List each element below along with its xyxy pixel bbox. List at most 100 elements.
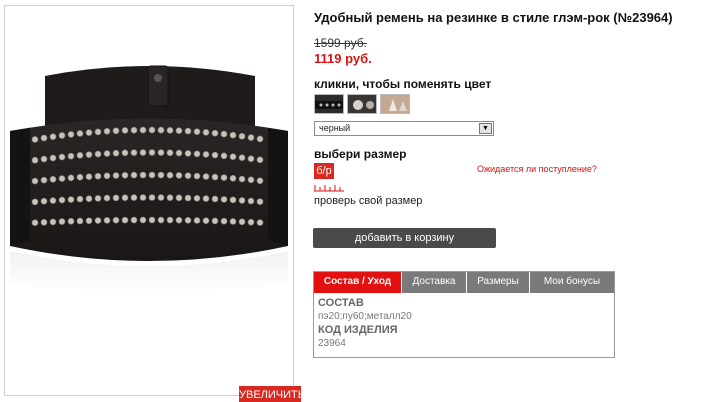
- color-picker-label: кликни, чтобы поменять цвет: [314, 77, 492, 91]
- belt-stud: [175, 172, 183, 179]
- belt-stud: [94, 217, 102, 224]
- belt-stud: [40, 134, 48, 142]
- belt-stud: [85, 217, 93, 225]
- size-picker-label: выбери размер: [314, 147, 407, 161]
- belt-stud: [67, 196, 75, 203]
- belt-stud: [139, 149, 147, 156]
- belt-stud: [166, 216, 174, 224]
- belt-stud: [130, 194, 138, 201]
- belt-stud: [175, 194, 183, 202]
- sale-price: 1119 руб.: [314, 51, 372, 66]
- composition-value: пэ20;пу60;металл20: [318, 311, 412, 322]
- add-to-cart-button[interactable]: добавить в корзину: [313, 228, 496, 248]
- belt-stud: [229, 218, 237, 225]
- belt-stud: [211, 217, 219, 225]
- check-size-link[interactable]: проверь свой размер: [314, 195, 422, 207]
- belt-stud: [103, 127, 111, 135]
- belt-stud: [130, 126, 138, 134]
- belt-stud: [247, 197, 255, 205]
- belt-stud: [103, 217, 111, 224]
- old-price: 1599 руб.: [314, 36, 367, 50]
- belt-stud: [166, 171, 174, 179]
- belt-stud: [49, 154, 57, 162]
- belt-stud: [103, 172, 111, 180]
- belt-stud: [238, 154, 246, 161]
- belt-stud: [130, 171, 138, 179]
- belt-stud: [193, 128, 201, 135]
- belt-stud: [103, 150, 111, 157]
- belt-stud: [157, 194, 165, 201]
- belt-stud: [220, 130, 228, 138]
- belt-stud: [220, 217, 228, 225]
- belt-stud: [220, 196, 228, 203]
- tab-delivery[interactable]: Доставка: [402, 272, 467, 293]
- availability-link[interactable]: Ожидается ли поступление?: [477, 164, 597, 174]
- belt-stud: [256, 156, 264, 164]
- belt-stud: [40, 155, 48, 163]
- belt-stud: [211, 173, 219, 181]
- color-swatch-beige[interactable]: [380, 94, 410, 114]
- belt-stud: [202, 151, 210, 158]
- belt-stud: [175, 149, 183, 157]
- belt-stud: [157, 149, 165, 156]
- belt-stud: [184, 127, 192, 135]
- belt-stud: [229, 131, 237, 139]
- chevron-down-icon[interactable]: ▼: [479, 123, 492, 134]
- belt-stud: [139, 216, 147, 224]
- belt-stud: [49, 175, 57, 183]
- color-swatch-dark[interactable]: [314, 94, 344, 114]
- belt-stud: [238, 218, 246, 226]
- belt-stud: [31, 156, 39, 164]
- belt-stud: [220, 152, 228, 160]
- belt-stud: [94, 195, 102, 202]
- belt-stud: [166, 127, 174, 134]
- belt-stud: [193, 150, 201, 158]
- ruler-icon[interactable]: [314, 184, 344, 192]
- tab-sizes[interactable]: Размеры: [467, 272, 530, 293]
- tab-composition-care[interactable]: Состав / Уход: [314, 272, 402, 293]
- belt-stud: [184, 194, 192, 202]
- belt-stud: [40, 197, 48, 205]
- color-select[interactable]: черный ▼: [314, 121, 494, 136]
- belt-stud: [85, 151, 93, 158]
- belt-stud: [31, 219, 39, 226]
- belt-stud: [112, 194, 120, 202]
- belt-stud: [247, 176, 255, 184]
- belt-stud: [40, 176, 48, 184]
- belt-stud: [166, 194, 174, 201]
- belt-stud: [220, 174, 228, 181]
- belt-stud: [112, 216, 120, 224]
- belt-stud: [256, 198, 264, 205]
- belt-stud: [256, 135, 264, 143]
- product-info-tabs: Состав / Уход Доставка Размеры Мои бонус…: [313, 271, 615, 358]
- belt-stud: [121, 127, 129, 134]
- belt-stud: [211, 129, 219, 137]
- belt-stud: [121, 216, 129, 224]
- size-option-onesize[interactable]: б/р: [314, 163, 334, 179]
- belt-product-image[interactable]: [5, 46, 293, 296]
- belt-stud: [139, 171, 147, 179]
- belt-stud: [67, 152, 75, 160]
- belt-stud: [85, 129, 93, 136]
- belt-stud: [58, 132, 66, 139]
- zoom-button[interactable]: УВЕЛИЧИТЬ: [239, 386, 305, 402]
- belt-stud: [76, 195, 84, 203]
- belt-stud: [148, 149, 156, 156]
- belt-stud: [76, 130, 84, 137]
- belt-stud: [256, 177, 264, 185]
- tab-my-bonuses[interactable]: Мои бонусы: [530, 272, 614, 293]
- color-swatch-studs[interactable]: [347, 94, 377, 114]
- belt-stud: [58, 196, 66, 204]
- belt-stud: [31, 198, 39, 206]
- belt-stud: [184, 217, 192, 224]
- belt-stud: [40, 218, 48, 226]
- tab-bar: Состав / Уход Доставка Размеры Мои бонус…: [314, 272, 614, 293]
- product-code-heading: КОД ИЗДЕЛИЯ: [318, 324, 398, 336]
- belt-stud: [193, 217, 201, 224]
- belt-stud: [148, 194, 156, 201]
- belt-stud: [130, 216, 138, 224]
- belt-stud: [76, 217, 84, 225]
- belt-stud: [112, 127, 120, 135]
- belt-stud: [85, 195, 93, 203]
- belt-stud: [193, 194, 201, 202]
